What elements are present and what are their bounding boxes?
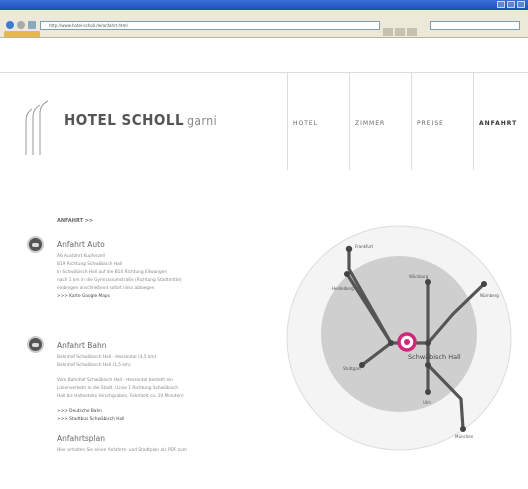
label-muenchen: München [455, 434, 474, 439]
nav-anfahrt[interactable]: ANFAHRT [473, 72, 528, 170]
label-frankfurt: Frankfurt [355, 244, 374, 249]
plan-line-1: Hier erhalten Sie einen Anfahrts- und St… [57, 448, 187, 453]
car-icon [27, 236, 44, 253]
section-title-bahn: Anfahrt Bahn [57, 341, 107, 350]
dot-wuerzburg [425, 279, 431, 285]
dot-frankfurt [345, 245, 353, 253]
nav-preise-label: PREISE [417, 120, 444, 127]
label-heidelberg: Heidelberg [332, 286, 354, 291]
toolbar-buttons [383, 21, 423, 36]
logo-sub: garni [187, 114, 218, 128]
nav-hotel-label: HOTEL [293, 120, 319, 127]
section-title-plan: Anfahrtsplan [57, 434, 105, 443]
dot-junction-2 [425, 340, 431, 346]
label-wuerzburg: Würzburg [409, 274, 429, 279]
address-bar[interactable]: http://www.hotel-scholl.de/anfahrt.html [40, 21, 380, 30]
map-inner-circle [321, 256, 477, 412]
bahn-line-1: Bahnhof Schwäbisch Hall - Hessental (4,5… [57, 355, 157, 360]
dot-ulm [425, 389, 431, 395]
stadtbus-link[interactable]: >>> Stadtbus Schwäbisch Hall [57, 417, 125, 422]
nav-preise[interactable]: PREISE [411, 72, 473, 170]
auto-line-4: nach 1 km in die Gymnasiumstraße (Richtu… [57, 278, 182, 283]
label-nuernberg: Nürnberg [480, 293, 499, 298]
nav-zimmer[interactable]: ZIMMER [349, 72, 411, 170]
route-map: Frankfurt Heidelberg Würzburg Nürnberg S… [286, 225, 512, 451]
bahn-line-4: Linienverkehr in die Stadt. (Linie 1 Ric… [57, 386, 179, 391]
address-text: http://www.hotel-scholl.de/anfahrt.html [49, 23, 128, 28]
nav-hotel[interactable]: HOTEL [287, 72, 349, 170]
favorites-bar [0, 30, 528, 38]
maximize-button[interactable] [507, 1, 515, 8]
forward-icon[interactable] [17, 21, 25, 29]
favorites-button[interactable] [4, 31, 40, 37]
label-stuttgart: Stuttgart [343, 366, 361, 371]
auto-line-1: A6 Ausfahrt Kupferzell [57, 254, 105, 259]
logo-main: HOTEL SCHOLL [64, 111, 185, 129]
stop-icon[interactable] [28, 21, 36, 29]
main-nav: HOTEL ZIMMER PREISE ANFAHRT [287, 72, 528, 170]
bahn-line-3: Vom Bahnhof Schwäbisch Hall - Hessental … [57, 378, 174, 383]
train-icon [27, 336, 44, 353]
google-maps-link[interactable]: >>> Karte Google Maps [57, 294, 110, 299]
browser-menubar: Datei Bearbeiten Ansicht Favoriten Extra… [0, 10, 528, 27]
deutsche-bahn-link[interactable]: >>> Deutsche Bahn [57, 409, 102, 414]
window-controls [497, 1, 525, 8]
dot-junction-3 [425, 362, 431, 368]
dot-junction-1 [388, 340, 394, 346]
auto-line-5: einbiegen anschließend sofort links abbi… [57, 286, 155, 291]
dot-nuernberg [481, 281, 487, 287]
nav-zimmer-label: ZIMMER [355, 120, 386, 127]
browser-search-input[interactable] [430, 21, 520, 30]
label-schwaebisch-hall: Schwäbisch Hall [408, 353, 461, 361]
site-logo[interactable]: HOTEL SCHOLL garni [64, 111, 217, 129]
dot-muenchen [460, 426, 466, 432]
bahn-line-2: Bahnhof Schwäbisch Hall (1,5 km) [57, 363, 131, 368]
auto-line-2: B19 Richtung Schwäbisch Hall [57, 262, 123, 267]
close-button[interactable] [517, 1, 525, 8]
section-title-auto: Anfahrt Auto [57, 240, 105, 249]
breadcrumb: ANFAHRT >> [57, 218, 94, 224]
browser-titlebar [0, 0, 528, 10]
hotel-location-dot [404, 339, 410, 345]
back-icon[interactable] [6, 21, 14, 29]
auto-line-3: In Schwäbisch Hall auf die B14 Richtung … [57, 270, 168, 275]
nav-anfahrt-label: ANFAHRT [479, 120, 518, 127]
logo-arches-icon [25, 100, 49, 155]
label-ulm: Ulm [423, 400, 431, 405]
bahn-line-5: Hall bis Haltestelle Hirschgraben, Fahrt… [57, 394, 184, 399]
dot-heidelberg [344, 271, 350, 277]
minimize-button[interactable] [497, 1, 505, 8]
